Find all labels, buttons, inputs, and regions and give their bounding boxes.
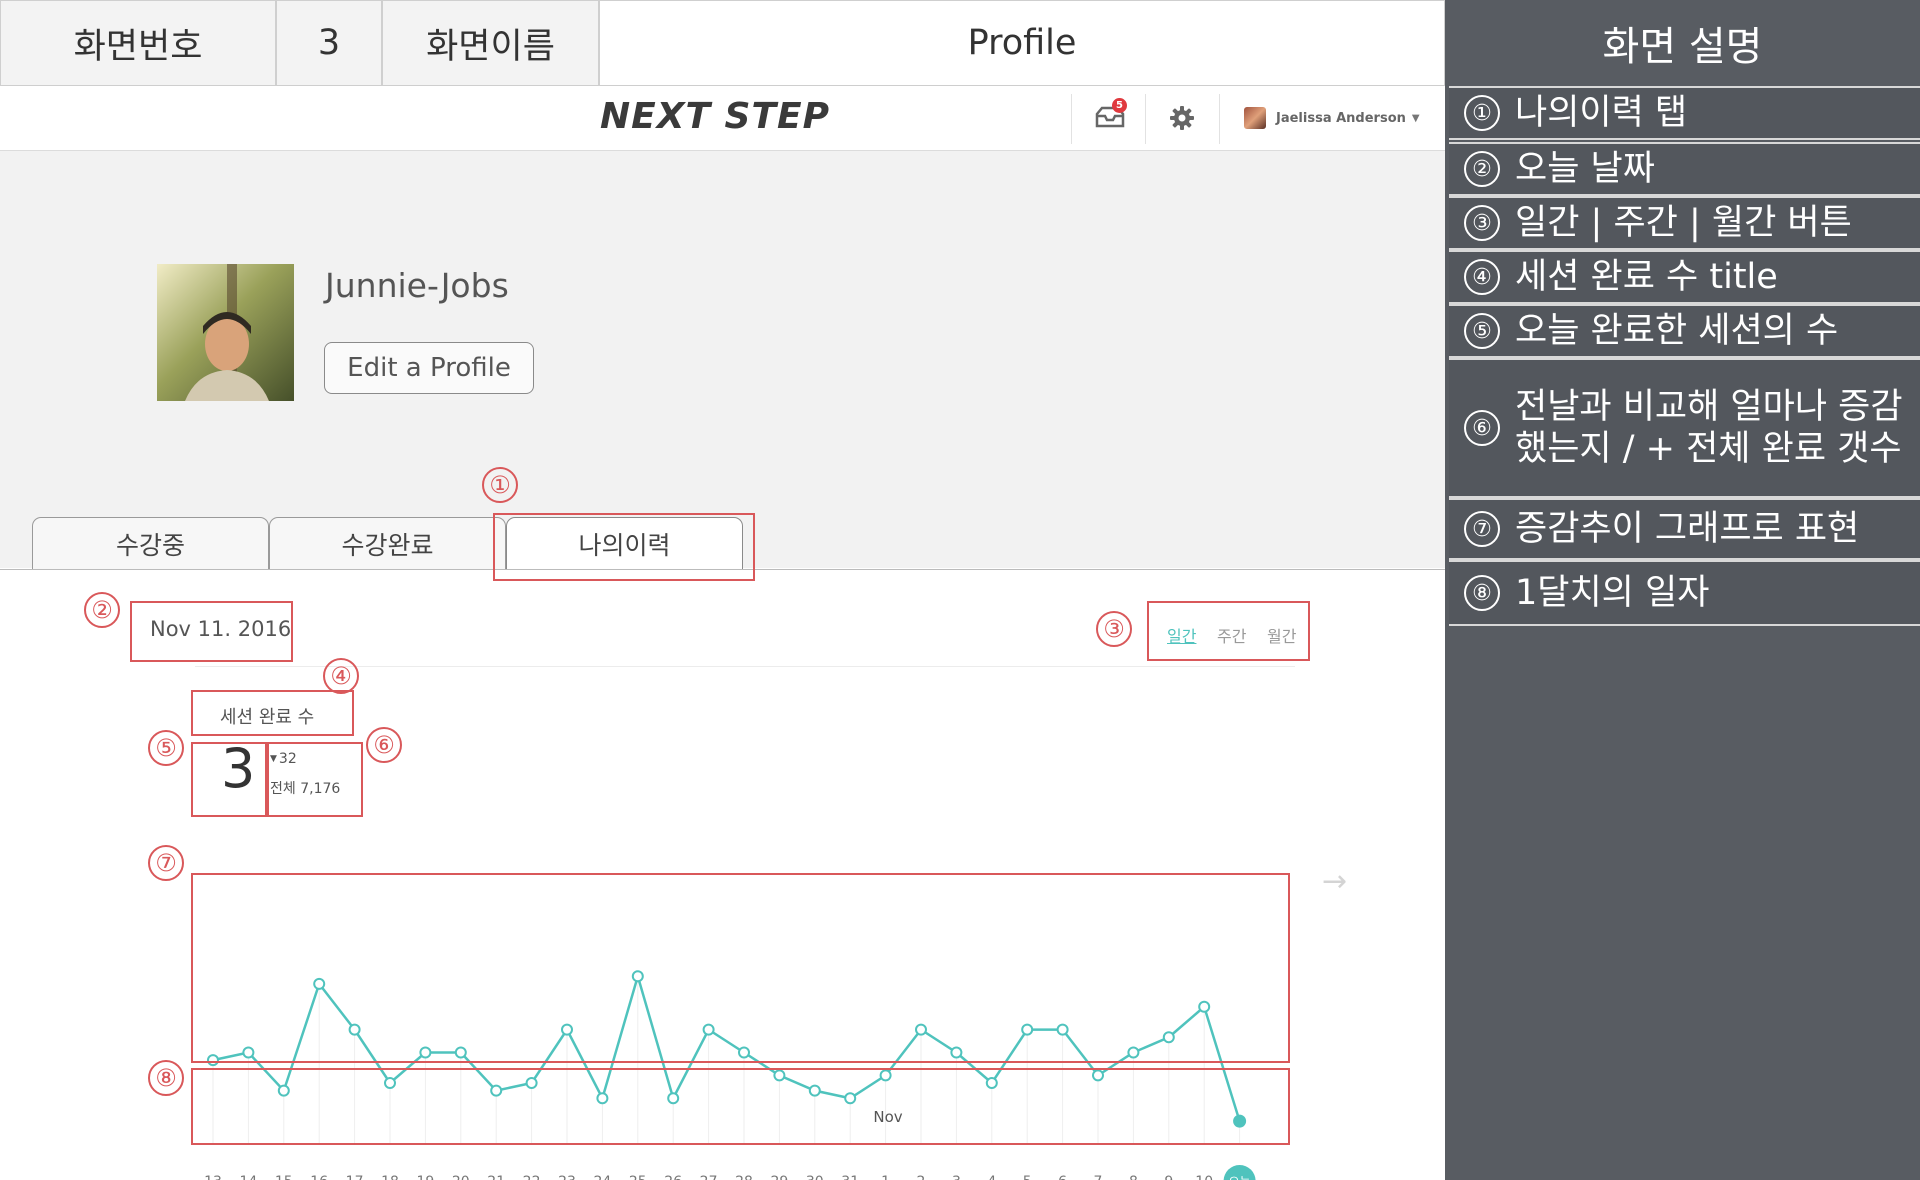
x-tick-label: 31 (841, 1174, 859, 1180)
x-tick-label: 27 (700, 1174, 718, 1180)
panel-item: ③ 일간 | 주간 | 월간 버튼 (1449, 196, 1920, 250)
x-tick-label: 26 (664, 1174, 682, 1180)
annotation-box-count (191, 742, 267, 817)
annotation-marker-3: ③ (1096, 611, 1132, 647)
x-tick-label: 15 (275, 1174, 293, 1180)
panel-item-text: 일간 | 주간 | 월간 버튼 (1515, 203, 1852, 243)
panel-item-number: ⑤ (1464, 313, 1500, 349)
annotation-box-graph (191, 873, 1290, 1063)
panel-item-text: 전날과 비교해 얼마나 증감했는지 / + 전체 완료 갯수 (1515, 387, 1903, 469)
panel-item: ⑦ 증감추이 그래프로 표현 (1449, 498, 1920, 560)
x-tick-label: 6 (1058, 1174, 1067, 1180)
panel-item-text: 세션 완료 수 title (1515, 257, 1778, 297)
annotation-box-date (130, 601, 293, 662)
panel-item-text: 나의이력 탭 (1515, 93, 1688, 133)
annotation-marker-8: ⑧ (148, 1060, 184, 1096)
x-tick-label: 20 (452, 1174, 470, 1180)
panel-item-number: ③ (1464, 205, 1500, 241)
x-tick-label: 3 (952, 1174, 961, 1180)
panel-item-text: 1달치의 일자 (1515, 573, 1710, 613)
x-tick-label: 9 (1164, 1174, 1173, 1180)
annotation-marker-6: ⑥ (366, 727, 402, 763)
panel-item: ⑧ 1달치의 일자 (1449, 560, 1920, 626)
screen-name: Profile (599, 0, 1445, 86)
screen-number-label: 화면번호 (0, 0, 276, 86)
x-tick-label: 8 (1129, 1174, 1138, 1180)
annotation-marker-4: ④ (323, 658, 359, 694)
x-tick-label: 21 (487, 1174, 505, 1180)
panel-item-number: ① (1464, 95, 1500, 131)
annotation-marker-5: ⑤ (148, 730, 184, 766)
annotation-box-change (267, 742, 363, 817)
screen-name-label: 화면이름 (382, 0, 599, 86)
x-tick-label: 22 (523, 1174, 541, 1180)
panel-item-number: ⑥ (1464, 410, 1500, 446)
annotation-marker-1: ① (482, 467, 518, 503)
x-tick-label: 29 (770, 1174, 788, 1180)
x-tick-label: 7 (1094, 1174, 1103, 1180)
x-tick-label: 30 (806, 1174, 824, 1180)
x-tick-label: 10 (1195, 1174, 1213, 1180)
x-tick-label: 19 (416, 1174, 434, 1180)
panel-item: ⑤ 오늘 완료한 세션의 수 (1449, 304, 1920, 358)
x-tick-label: 16 (310, 1174, 328, 1180)
x-tick-label: 1 (881, 1174, 890, 1180)
panel-item-number: ② (1464, 151, 1500, 187)
x-tick-label: 18 (381, 1174, 399, 1180)
annotation-box-title (191, 690, 354, 736)
x-tick-label: 14 (239, 1174, 257, 1180)
screen-number: 3 (276, 0, 382, 86)
x-tick-label: 5 (1023, 1174, 1032, 1180)
x-tick-label: 오늘 (1229, 1175, 1251, 1180)
x-tick-label: 23 (558, 1174, 576, 1180)
panel-item: ① 나의이력 탭 (1449, 86, 1920, 140)
x-tick-label: 28 (735, 1174, 753, 1180)
x-tick-label: 25 (629, 1174, 647, 1180)
panel-item-number: ⑦ (1464, 511, 1500, 547)
annotation-marker-7: ⑦ (148, 845, 184, 881)
panel-item-number: ⑧ (1464, 575, 1500, 611)
panel-item-text: 오늘 완료한 세션의 수 (1515, 311, 1839, 351)
x-tick-label: 2 (917, 1174, 926, 1180)
annotation-box-tab (493, 513, 755, 581)
description-panel: 화면 설명 ① 나의이력 탭 ② 오늘 날짜 ③ 일간 | 주간 | 월간 버튼… (1445, 0, 1920, 1180)
annotation-box-dates (191, 1068, 1290, 1145)
panel-item: ④ 세션 완료 수 title (1449, 250, 1920, 304)
panel-title: 화면 설명 (1602, 24, 1763, 70)
annotation-box-period (1147, 601, 1310, 661)
panel-item-number: ④ (1464, 259, 1500, 295)
panel-item-text: 증감추이 그래프로 표현 (1515, 509, 1860, 549)
panel-item-text: 오늘 날짜 (1515, 149, 1655, 189)
x-tick-label: 17 (346, 1174, 364, 1180)
x-tick-label: 4 (987, 1174, 996, 1180)
annotation-marker-2: ② (84, 592, 120, 628)
panel-item: ② 오늘 날짜 (1449, 142, 1920, 196)
panel-item: ⑥ 전날과 비교해 얼마나 증감했는지 / + 전체 완료 갯수 (1449, 358, 1920, 498)
x-tick-label: 13 (204, 1174, 222, 1180)
x-tick-label: 24 (593, 1174, 611, 1180)
